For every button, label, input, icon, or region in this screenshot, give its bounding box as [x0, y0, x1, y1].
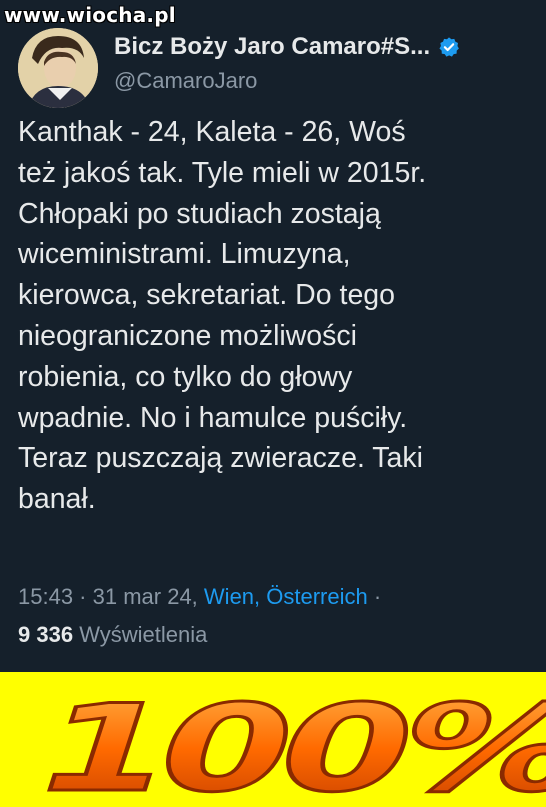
bottom-banner: 100% [0, 672, 546, 807]
verified-badge-icon [439, 37, 460, 57]
avatar-portrait [18, 28, 98, 108]
tweet-date[interactable]: 31 mar 24, [93, 584, 198, 609]
tweet-time[interactable]: 15:43 [18, 584, 73, 609]
tweet-meta: 15:43 · 31 mar 24, Wien, Österreich · [18, 584, 381, 610]
views-label: Wyświetlenia [79, 622, 208, 647]
author-display-name[interactable]: Bicz Boży Jaro Camaro#S... [114, 33, 430, 61]
banner-graphic: 100% [17, 677, 546, 807]
meta-separator-2: · [367, 584, 382, 609]
tweet-views[interactable]: 9 336 Wyświetlenia [18, 622, 207, 648]
meta-separator: · [73, 584, 93, 609]
tweet-card[interactable]: www.wiocha.pl Bicz Boży Jaro Camaro#S...… [0, 0, 546, 668]
author-handle[interactable]: @CamaroJaro [114, 68, 257, 94]
tweet-location[interactable]: Wien, Österreich [204, 584, 368, 609]
site-watermark: www.wiocha.pl [4, 3, 176, 27]
author-name-row[interactable]: Bicz Boży Jaro Camaro#S... [114, 30, 534, 64]
views-count: 9 336 [18, 622, 74, 647]
avatar[interactable] [18, 28, 98, 108]
banner-text: 100% [19, 679, 546, 807]
tweet-text: Kanthak - 24, Kaleta - 26, Woś też jakoś… [18, 116, 427, 516]
